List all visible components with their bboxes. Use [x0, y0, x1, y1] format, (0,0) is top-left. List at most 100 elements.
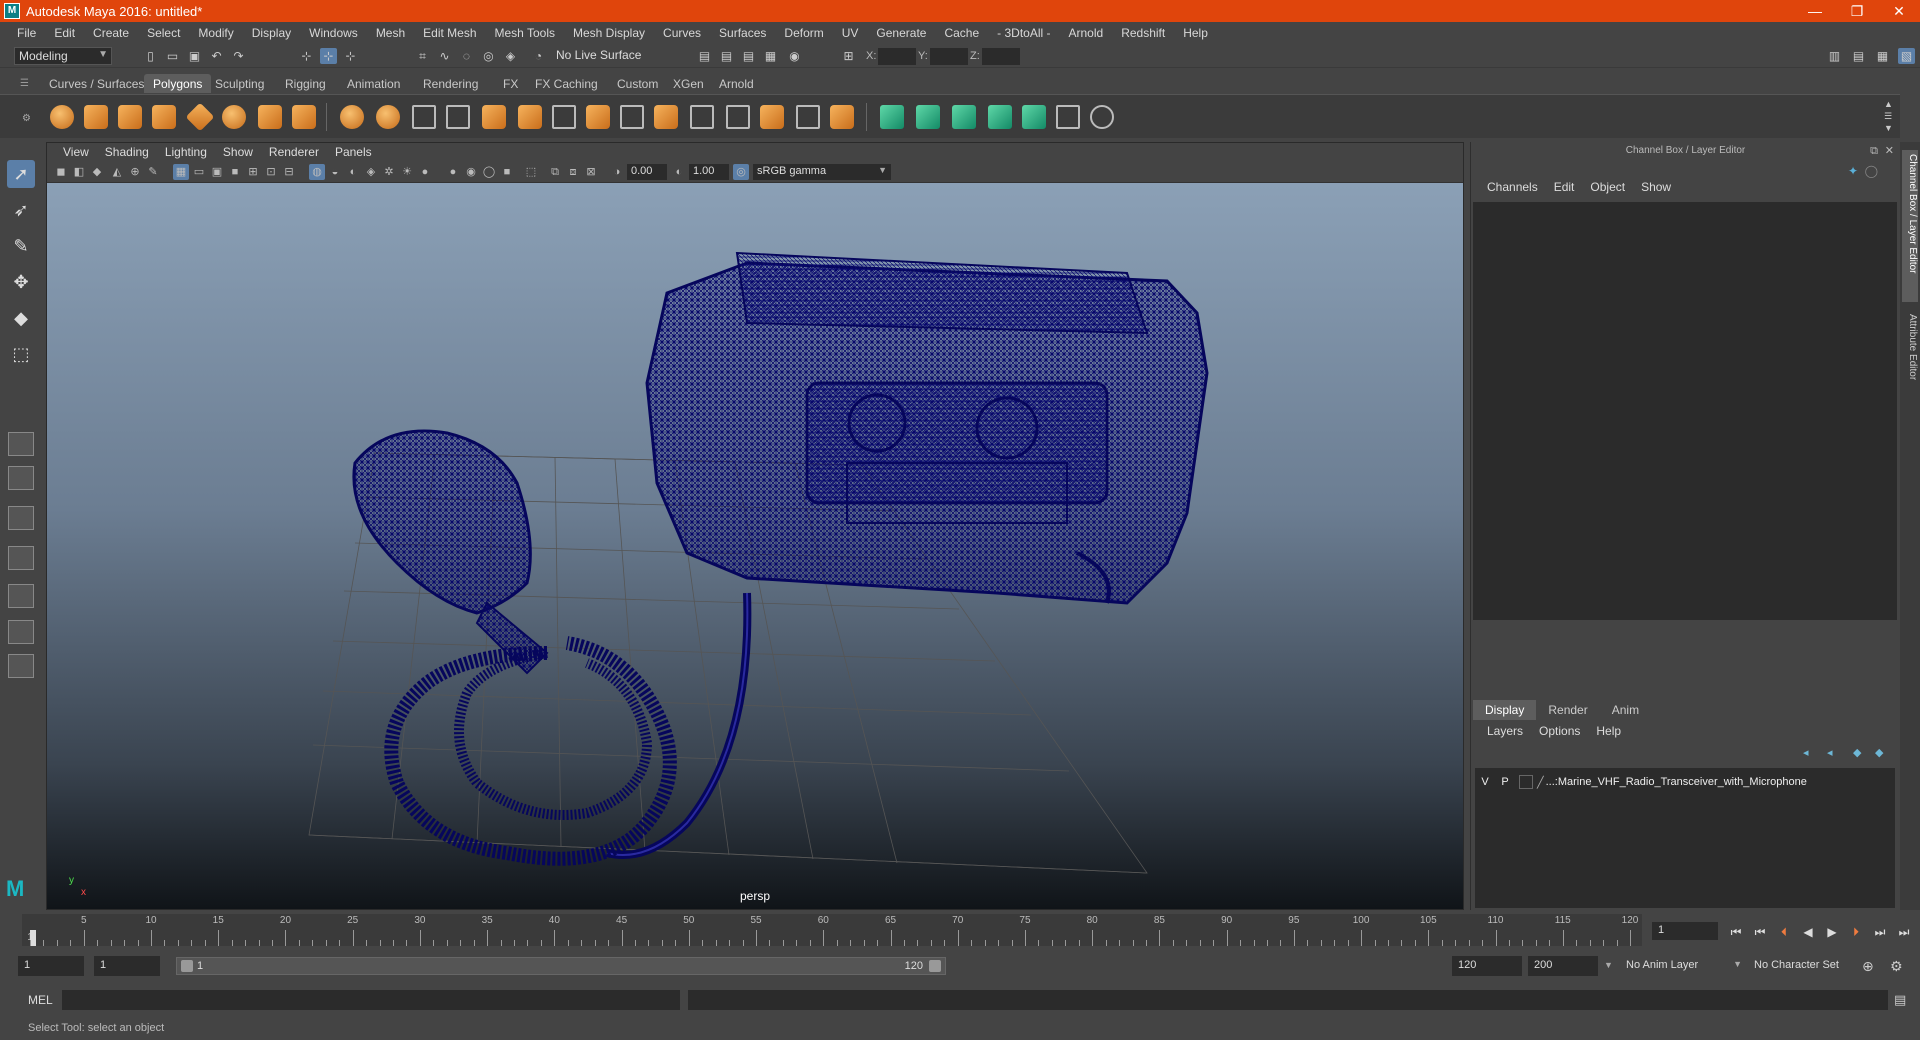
boolean-icon[interactable]: [482, 105, 506, 129]
persp-uv-layout-icon[interactable]: [8, 620, 34, 644]
animation-preferences-icon[interactable]: ⚙: [1890, 958, 1903, 975]
viewport-menu-panels[interactable]: Panels: [327, 145, 380, 159]
select-hierarchy-icon[interactable]: ⊹: [298, 48, 315, 64]
animation-end-field[interactable]: 200: [1528, 956, 1598, 976]
select-object-icon[interactable]: ⊹: [320, 48, 337, 64]
close-button[interactable]: ✕: [1878, 0, 1920, 22]
shelf-scroll-up-icon[interactable]: ▲: [1884, 99, 1893, 109]
render-frame-icon[interactable]: ▤: [696, 48, 713, 64]
layer-display-type-toggle[interactable]: [1519, 775, 1533, 789]
poly-cube-icon[interactable]: [84, 105, 108, 129]
mirror-icon[interactable]: [412, 105, 436, 129]
layer-name[interactable]: ...:Marine_VHF_Radio_Transceiver_with_Mi…: [1546, 776, 1807, 788]
animation-start-field[interactable]: 1: [18, 956, 84, 976]
menu-edit-mesh[interactable]: Edit Mesh: [414, 26, 485, 40]
motion-blur-icon[interactable]: ●: [445, 164, 461, 180]
combine-icon[interactable]: [340, 105, 364, 129]
image-plane-icon[interactable]: ◭: [109, 164, 125, 180]
poly-cone-icon[interactable]: [152, 105, 176, 129]
select-component-icon[interactable]: ⊹: [342, 48, 359, 64]
maximize-button[interactable]: ❐: [1836, 0, 1878, 22]
viewport-menu-shading[interactable]: Shading: [97, 145, 157, 159]
safe-action-icon[interactable]: ⊡: [263, 164, 279, 180]
layer-menu-help[interactable]: Help: [1588, 724, 1629, 738]
move-tool-icon[interactable]: ✥: [7, 268, 35, 296]
snap-view-icon[interactable]: ◎: [480, 48, 497, 64]
menu-display[interactable]: Display: [243, 26, 300, 40]
viewport-menu-renderer[interactable]: Renderer: [261, 145, 327, 159]
persp-hypershade-layout-icon[interactable]: [8, 584, 34, 608]
menu-surfaces[interactable]: Surfaces: [710, 26, 775, 40]
make-live-icon[interactable]: ◔: [530, 48, 547, 64]
transform-mode-icon[interactable]: ⊞: [840, 48, 857, 64]
shadows-icon[interactable]: ☀: [399, 164, 415, 180]
menu-help[interactable]: Help: [1174, 26, 1217, 40]
layer-tab-anim[interactable]: Anim: [1600, 700, 1651, 720]
anim-layer-dropdown[interactable]: No Anim Layer ▼: [1620, 956, 1746, 976]
two-d-pan-icon[interactable]: ⊕: [127, 164, 143, 180]
shelf-tab-rigging[interactable]: Rigging: [276, 74, 335, 93]
shelf-tab-xgen[interactable]: XGen: [664, 74, 713, 93]
shelf-tab-fx-caching[interactable]: FX Caching: [526, 74, 607, 93]
shelf-tab-polygons[interactable]: Polygons: [144, 74, 212, 93]
shelf-options-icon[interactable]: ⚙: [22, 113, 31, 124]
tool-settings-toggle-icon[interactable]: ▦: [1874, 48, 1891, 64]
append-polygon-icon[interactable]: [620, 105, 644, 129]
uv-layout-icon[interactable]: [1056, 105, 1080, 129]
menu-edit[interactable]: Edit: [45, 26, 84, 40]
quad-draw-icon[interactable]: [796, 105, 820, 129]
menu-deform[interactable]: Deform: [775, 26, 832, 40]
float-panel-icon[interactable]: ⧉: [1870, 142, 1878, 160]
exposure-field[interactable]: 0.00: [627, 164, 667, 180]
channel-box-menu-object[interactable]: Object: [1582, 180, 1633, 194]
tab-attribute-editor[interactable]: Attribute Editor: [1902, 310, 1918, 406]
layer-tab-render[interactable]: Render: [1536, 700, 1599, 720]
x-coordinate-field[interactable]: [878, 48, 916, 65]
unfold-uv-icon[interactable]: [1090, 105, 1114, 129]
shelf-tab-rendering[interactable]: Rendering: [414, 74, 487, 93]
chevron-down-icon[interactable]: ▼: [1604, 960, 1613, 970]
channel-box-speed-icon[interactable]: ◯: [1865, 164, 1878, 178]
shelf-tab-sculpting[interactable]: Sculpting: [206, 74, 273, 93]
playback-range-bar[interactable]: 1 120: [176, 957, 946, 975]
play-forwards-icon[interactable]: ▶: [1824, 924, 1840, 940]
cylindrical-mapping-icon[interactable]: [952, 105, 976, 129]
poly-sphere-icon[interactable]: [50, 105, 74, 129]
undo-icon[interactable]: ↶: [208, 48, 225, 64]
automatic-mapping-icon[interactable]: [880, 105, 904, 129]
color-management-icon[interactable]: ◎: [733, 164, 749, 180]
y-coordinate-field[interactable]: [930, 48, 968, 65]
move-layer-down-icon[interactable]: ◂: [1827, 746, 1841, 760]
shelf-scroll-down-icon[interactable]: ▼: [1884, 123, 1893, 133]
auto-key-icon[interactable]: ⊕: [1862, 958, 1874, 975]
go-to-end-icon[interactable]: ⏭: [1896, 924, 1912, 940]
hypershade-icon[interactable]: ◉: [786, 48, 803, 64]
wireframe-on-shaded-icon[interactable]: ◐: [345, 164, 361, 180]
bridge-icon[interactable]: [552, 105, 576, 129]
script-language-label[interactable]: MEL: [28, 993, 53, 1007]
rotate-tool-icon[interactable]: ◆: [7, 304, 35, 332]
modeling-toolkit-icon[interactable]: ▥: [1826, 48, 1843, 64]
multi-cut-icon[interactable]: [690, 105, 714, 129]
current-frame-field[interactable]: 1: [1652, 922, 1718, 940]
menu-mesh[interactable]: Mesh: [367, 26, 414, 40]
menu-select[interactable]: Select: [138, 26, 189, 40]
viewport-menu-show[interactable]: Show: [215, 145, 261, 159]
poly-pipe-icon[interactable]: [292, 105, 316, 129]
backface-culling-icon[interactable]: ⊠: [583, 164, 599, 180]
view-transform-dropdown[interactable]: sRGB gamma ▼: [753, 164, 891, 180]
shelf-menu-icon[interactable]: ☰: [20, 78, 30, 89]
fill-hole-icon[interactable]: [654, 105, 678, 129]
snap-surface-icon[interactable]: ◈: [502, 48, 519, 64]
persp-outliner-layout-icon[interactable]: [8, 506, 34, 530]
attribute-editor-toggle-icon[interactable]: ▤: [1850, 48, 1867, 64]
range-end-handle[interactable]: [929, 960, 941, 972]
field-chart-icon[interactable]: ⊞: [245, 164, 261, 180]
film-gate-icon[interactable]: ▭: [191, 164, 207, 180]
perspective-viewport[interactable]: View Shading Lighting Show Renderer Panels ◼ …: [46, 142, 1464, 910]
spherical-mapping-icon[interactable]: [988, 105, 1012, 129]
menu-redshift[interactable]: Redshift: [1112, 26, 1174, 40]
menu-curves[interactable]: Curves: [654, 26, 710, 40]
poly-plane-icon[interactable]: [185, 102, 215, 132]
redo-icon[interactable]: ↷: [230, 48, 247, 64]
